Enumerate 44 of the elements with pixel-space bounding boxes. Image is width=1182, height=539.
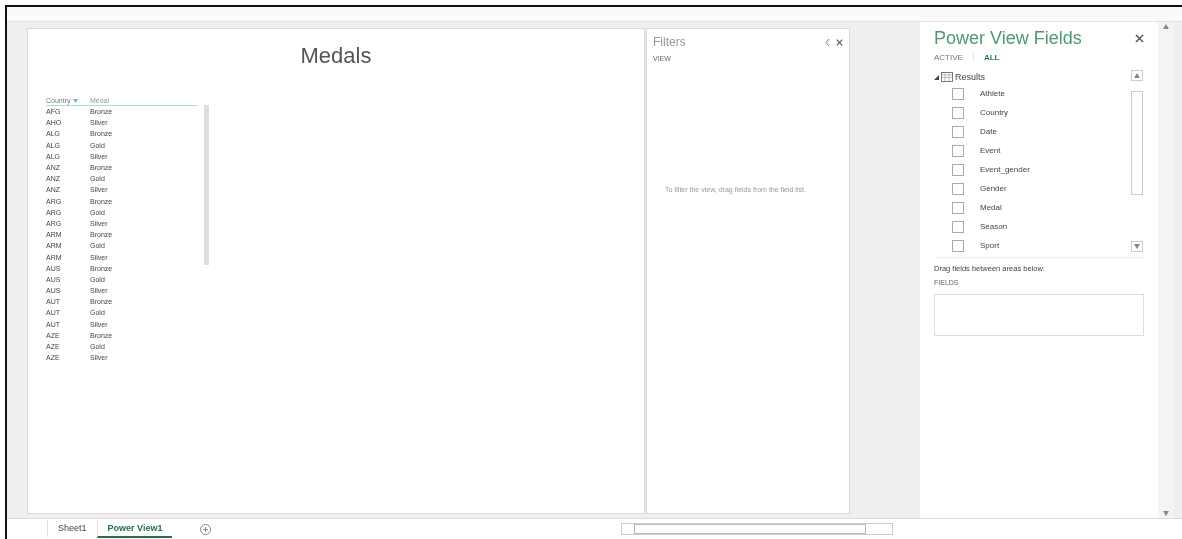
caret-icon — [1163, 24, 1169, 29]
add-sheet-icon[interactable] — [200, 523, 212, 535]
checkbox[interactable] — [952, 87, 964, 100]
sheet-tab[interactable]: Sheet1 — [47, 520, 97, 538]
field-name[interactable]: Event — [980, 146, 1001, 155]
scroll-up-button[interactable] — [1131, 70, 1143, 81]
caret-icon — [1163, 511, 1169, 516]
checkbox[interactable] — [952, 144, 964, 157]
close-icon[interactable] — [1135, 34, 1144, 43]
checkbox[interactable] — [952, 106, 964, 119]
field-name[interactable]: Date — [980, 127, 997, 136]
report-title: Medals — [300, 43, 372, 69]
field-name[interactable]: Season — [980, 222, 1008, 231]
scrollbar[interactable] — [1158, 22, 1174, 518]
field-name[interactable]: Medal — [980, 203, 1002, 212]
collapse-icon[interactable] — [825, 38, 830, 46]
filters-title: Filters — [653, 35, 686, 49]
checkbox[interactable] — [952, 125, 964, 138]
fields-drop-area[interactable] — [934, 294, 1144, 336]
table-icon — [941, 72, 953, 82]
close-icon[interactable] — [836, 38, 843, 46]
field-name[interactable]: Event_gender — [980, 165, 1030, 174]
caret-icon — [1134, 244, 1140, 249]
pane-tab[interactable]: ALL — [983, 53, 1010, 62]
scroll-thumb[interactable] — [1131, 91, 1143, 195]
pane-tab[interactable]: ACTIVE — [934, 53, 974, 62]
checkbox[interactable] — [952, 239, 964, 252]
sort-icon — [72, 98, 78, 103]
checkbox[interactable] — [952, 201, 964, 214]
pane-title: Power View Fields — [934, 28, 1082, 49]
field-name[interactable]: Country — [980, 108, 1008, 117]
table-name[interactable]: Results — [955, 72, 985, 82]
checkbox[interactable] — [952, 220, 964, 233]
expand-icon[interactable] — [934, 74, 939, 80]
caret-icon — [1134, 73, 1140, 78]
scrollbar[interactable] — [204, 105, 209, 265]
sheet-tab[interactable]: Power View1 — [96, 520, 173, 538]
checkbox[interactable] — [952, 163, 964, 176]
field-name[interactable]: Athlete — [980, 89, 1005, 98]
scroll-down-button[interactable] — [1131, 241, 1143, 252]
horizontal-scrollbar[interactable] — [621, 523, 894, 535]
checkbox[interactable] — [952, 182, 964, 195]
field-name[interactable]: Gender — [980, 184, 1007, 193]
field-name[interactable]: Sport — [980, 241, 1000, 250]
